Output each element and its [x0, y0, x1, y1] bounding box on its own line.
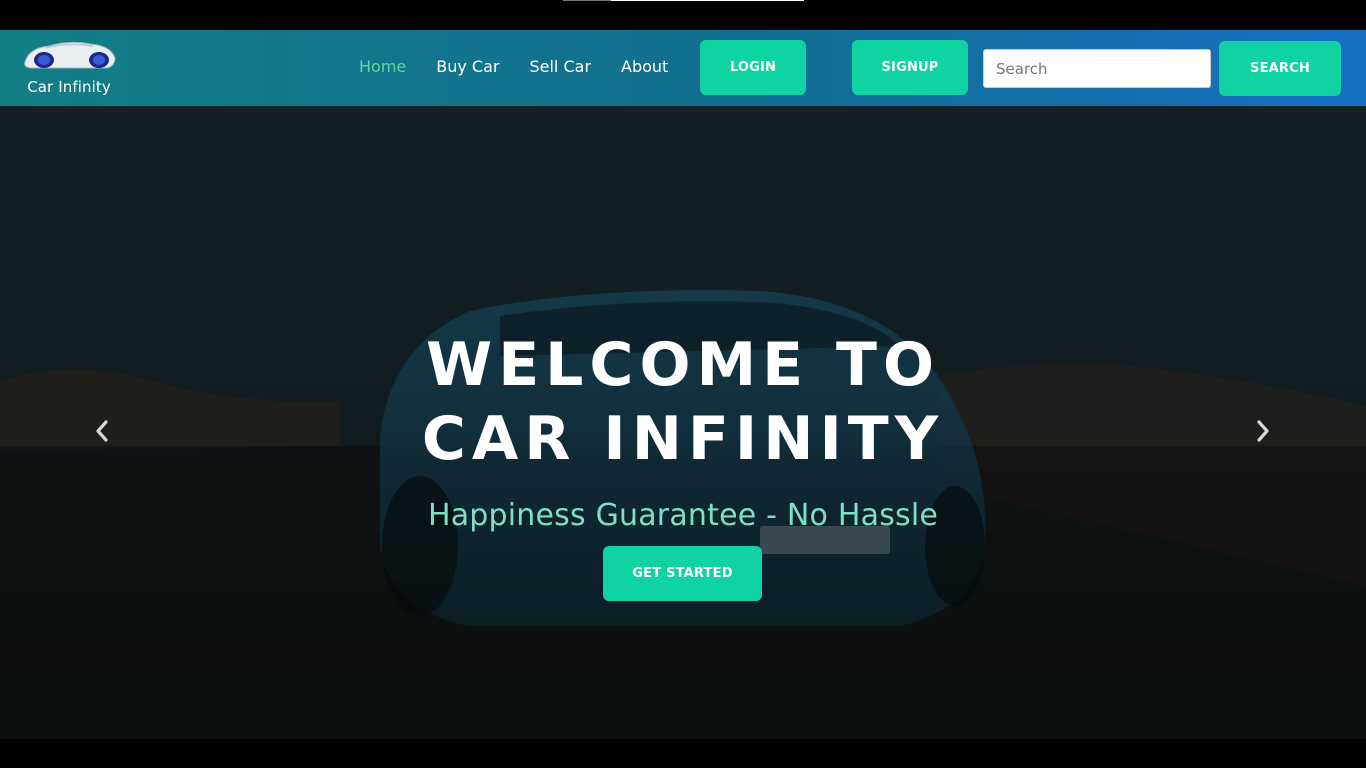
nav-link-sell-car[interactable]: Sell Car — [514, 57, 606, 76]
login-button[interactable]: LOGIN — [700, 40, 806, 95]
carousel-next-button[interactable] — [1248, 416, 1278, 446]
chevron-left-icon — [96, 420, 108, 442]
tab-indicator-active — [611, 0, 804, 1]
signup-button[interactable]: SIGNUP — [852, 40, 968, 95]
browser-top-strip — [0, 0, 1366, 30]
hero-subtitle: Happiness Guarantee - No Hassle — [427, 498, 939, 533]
car-logo-icon — [24, 41, 116, 69]
hero-title: WELCOME TO CAR INFINITY — [0, 328, 1366, 476]
bottom-strip — [0, 739, 1366, 768]
hero-carousel: WELCOME TO CAR INFINITY Happiness Guaran… — [0, 106, 1366, 739]
nav-link-home[interactable]: Home — [344, 57, 421, 76]
hero-title-line1: WELCOME TO — [426, 330, 940, 400]
nav-link-about[interactable]: About — [606, 57, 683, 76]
hero-title-line2: CAR INFINITY — [421, 404, 945, 474]
nav-link-buy-car[interactable]: Buy Car — [421, 57, 514, 76]
nav-links: Home Buy Car Sell Car About — [344, 57, 683, 76]
carousel-prev-button[interactable] — [87, 416, 117, 446]
navbar: Car Infinity Home Buy Car Sell Car About… — [0, 30, 1366, 106]
tab-indicator — [563, 0, 611, 1]
get-started-button[interactable]: GET STARTED — [603, 546, 762, 601]
search-button[interactable]: SEARCH — [1219, 41, 1341, 96]
brand-name: Car Infinity — [27, 78, 111, 96]
search-input[interactable] — [983, 49, 1211, 88]
chevron-right-icon — [1257, 420, 1269, 442]
brand[interactable]: Car Infinity — [14, 36, 124, 102]
